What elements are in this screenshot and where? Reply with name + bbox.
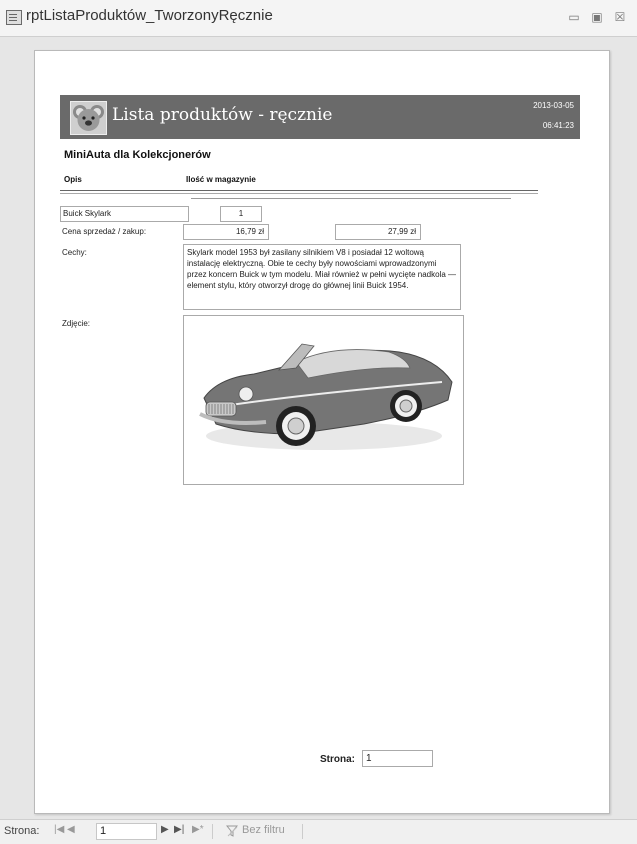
filter-status[interactable]: Bez filtru <box>242 824 285 836</box>
new-record-icon[interactable]: ▶* <box>192 824 204 835</box>
product-photo[interactable] <box>183 315 464 485</box>
previous-page-icon[interactable]: ◀ <box>67 824 75 835</box>
navigation-separator <box>212 824 213 839</box>
header-divider <box>191 198 511 199</box>
navigation-label: Strona: <box>4 825 40 837</box>
price-label: Cena sprzedaż / zakup: <box>62 227 147 236</box>
page-footer-number[interactable]: 1 <box>362 750 433 767</box>
window-titlebar: rptListaProduktów_TworzonyRęcznie ▭ ▣ ☒ <box>0 0 637 37</box>
buy-price-field[interactable]: 27,99 zł <box>335 224 421 240</box>
report-date: 2013-03-05 <box>533 101 574 110</box>
navigation-separator <box>302 824 303 839</box>
header-divider <box>60 193 538 194</box>
column-header-ilosc: Ilość w magazynie <box>186 175 256 184</box>
first-page-icon[interactable]: |◀ <box>54 824 64 835</box>
koala-logo-icon <box>70 101 107 135</box>
features-field[interactable]: Skylark model 1953 był zasilany silnikie… <box>183 244 461 310</box>
car-image <box>199 343 453 450</box>
company-name: MiniAuta dla Kolekcjonerów <box>64 149 211 161</box>
column-header-opis: Opis <box>64 175 82 184</box>
maximize-icon[interactable]: ▣ <box>589 10 605 24</box>
record-navigation-bar: Strona: |◀ ◀ 1 ▶ ▶| ▶* Bez filtru <box>0 819 637 844</box>
quantity-field[interactable]: 1 <box>220 206 262 222</box>
minimize-icon[interactable]: ▭ <box>566 10 582 24</box>
report-page: Lista produktów - ręcznie 2013-03-05 06:… <box>34 50 610 814</box>
report-icon <box>6 10 22 25</box>
report-time: 06:41:23 <box>542 121 574 130</box>
last-page-icon[interactable]: ▶| <box>174 824 184 835</box>
page-footer-label: Strona: <box>320 754 355 765</box>
next-page-icon[interactable]: ▶ <box>161 824 169 835</box>
sell-price-field[interactable]: 16,79 zł <box>183 224 269 240</box>
filter-icon[interactable] <box>226 825 238 837</box>
page-number-input[interactable]: 1 <box>96 823 157 840</box>
report-header: Lista produktów - ręcznie 2013-03-05 06:… <box>60 95 580 139</box>
features-label: Cechy: <box>62 248 87 257</box>
close-icon[interactable]: ☒ <box>612 10 628 24</box>
photo-label: Zdjęcie: <box>62 319 91 328</box>
report-title: Lista produktów - ręcznie <box>112 105 333 125</box>
header-divider <box>60 190 538 191</box>
window-title: rptListaProduktów_TworzonyRęcznie <box>26 7 273 24</box>
product-name-field[interactable]: Buick Skylark <box>60 206 189 222</box>
report-viewport[interactable]: Lista produktów - ręcznie 2013-03-05 06:… <box>0 37 637 819</box>
